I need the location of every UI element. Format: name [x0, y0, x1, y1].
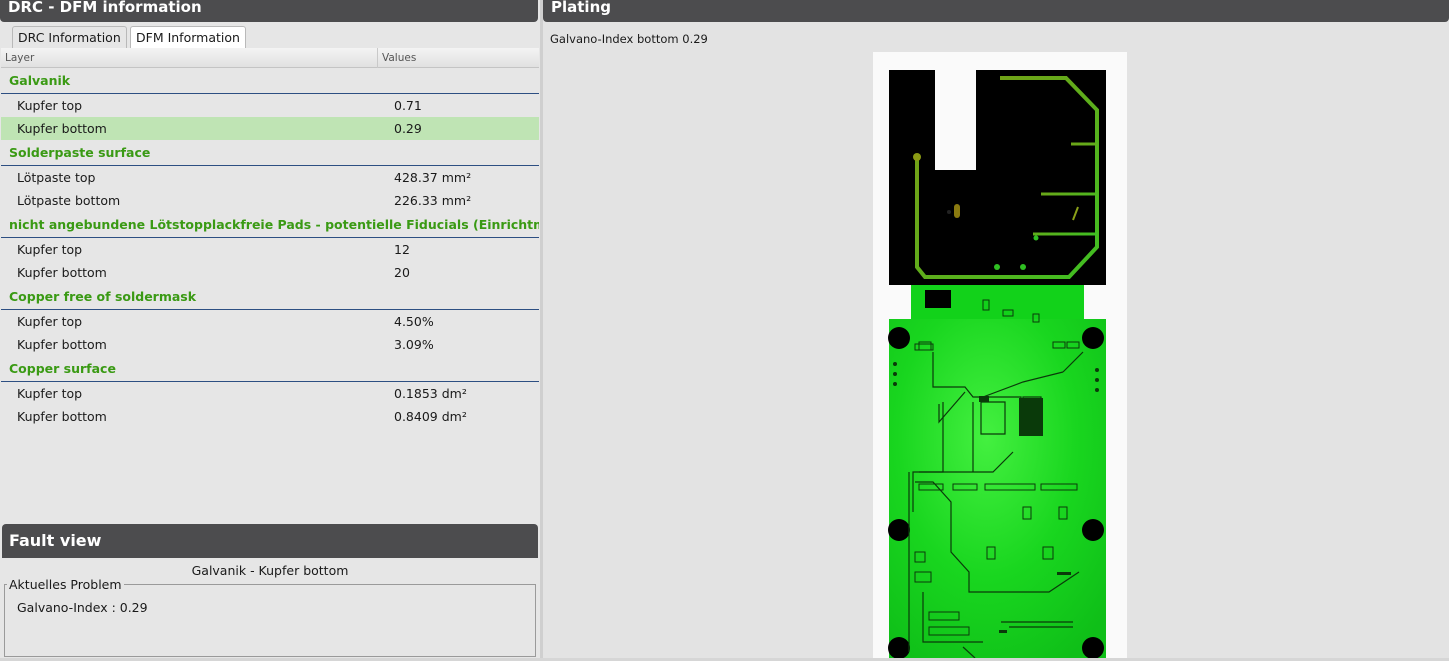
tab-bar: DRC Information DFM Information [0, 26, 540, 48]
plating-subtitle: Galvano-Index bottom 0.29 [550, 32, 708, 46]
drc-dfm-panel: DRC - DFM information DRC Information DF… [0, 0, 540, 658]
table-row[interactable]: Kupfer bottom 20 [1, 261, 539, 284]
row-label: Kupfer bottom [17, 337, 107, 352]
column-header-values[interactable]: Values [382, 52, 416, 64]
group-solderpaste-surface[interactable]: Solderpaste surface [1, 140, 539, 166]
row-value: 0.71 [394, 98, 422, 113]
row-label: Kupfer bottom [17, 265, 107, 280]
row-value: 4.50% [394, 314, 434, 329]
fault-view-title: Fault view [2, 524, 538, 558]
panel-title: DRC - DFM information [0, 0, 538, 22]
row-value: 226.33 mm² [394, 193, 472, 208]
row-label: Kupfer top [17, 386, 83, 401]
row-label: Lötpaste bottom [17, 193, 121, 208]
group-copper-surface[interactable]: Copper surface [1, 356, 539, 382]
fault-view-panel: Fault view Galvanik - Kupfer bottom Aktu… [2, 524, 538, 657]
tab-drc-information[interactable]: DRC Information [12, 26, 127, 48]
row-value: 0.8409 dm² [394, 409, 467, 424]
tab-dfm-information[interactable]: DFM Information [130, 26, 246, 48]
row-label: Kupfer bottom [17, 409, 107, 424]
row-value: 0.1853 dm² [394, 386, 467, 401]
table-row[interactable]: Lötpaste top 428.37 mm² [1, 166, 539, 189]
grid-header: Layer Values [1, 48, 539, 68]
row-value: 20 [394, 265, 410, 280]
table-row[interactable]: Kupfer bottom 3.09% [1, 333, 539, 356]
row-label: Kupfer top [17, 314, 83, 329]
fault-item-title: Galvanik - Kupfer bottom [191, 563, 349, 578]
row-value: 0.29 [394, 121, 422, 136]
dfm-grid: Layer Values Galvanik Kupfer top 0.71 Ku… [1, 48, 539, 520]
row-label: Kupfer top [17, 242, 83, 257]
table-row[interactable]: Kupfer bottom 0.8409 dm² [1, 405, 539, 428]
row-value: 12 [394, 242, 410, 257]
table-row[interactable]: Kupfer top 0.71 [1, 94, 539, 117]
pcb-image [888, 70, 1106, 659]
row-value: 3.09% [394, 337, 434, 352]
row-label: Lötpaste top [17, 170, 96, 185]
current-problem-legend: Aktuelles Problem [9, 577, 122, 592]
plating-panel: Plating Galvano-Index bottom 0.29 [543, 0, 1449, 659]
table-row[interactable]: Kupfer top 12 [1, 238, 539, 261]
table-row[interactable]: Lötpaste bottom 226.33 mm² [1, 189, 539, 212]
pcb-plating-view[interactable] [873, 52, 1127, 659]
row-label: Kupfer top [17, 98, 83, 113]
column-header-layer[interactable]: Layer [5, 52, 34, 64]
problem-text: Galvano-Index : 0.29 [17, 600, 148, 615]
group-galvanik[interactable]: Galvanik [1, 68, 539, 94]
plating-title: Plating [543, 0, 1449, 22]
row-value: 428.37 mm² [394, 170, 472, 185]
row-label: Kupfer bottom [17, 121, 107, 136]
group-fiducials[interactable]: nicht angebundene Lötstopplackfreie Pads… [1, 212, 539, 238]
current-problem-box: Aktuelles Problem Galvano-Index : 0.29 [4, 577, 536, 657]
table-row-selected[interactable]: Kupfer bottom 0.29 [1, 117, 539, 140]
table-row[interactable]: Kupfer top 4.50% [1, 310, 539, 333]
group-copper-free-of-soldermask[interactable]: Copper free of soldermask [1, 284, 539, 310]
table-row[interactable]: Kupfer top 0.1853 dm² [1, 382, 539, 405]
